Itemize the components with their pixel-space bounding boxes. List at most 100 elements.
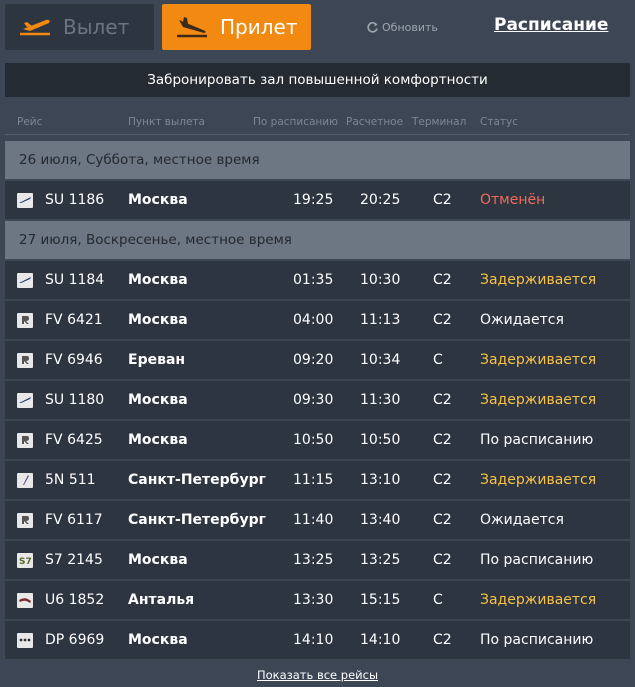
flight-status: Задерживается <box>480 352 597 368</box>
airline-logo <box>17 381 33 419</box>
origin-city: Ереван <box>128 352 186 368</box>
origin-city: Москва <box>128 632 188 648</box>
flight-row[interactable]: FV 6425 Москва 10:50 10:50 C2 По расписанию <box>5 421 630 461</box>
uralairlines-logo-icon <box>17 592 33 608</box>
estimated-time: 20:25 <box>360 192 401 208</box>
flight-number: FV 6425 <box>45 432 103 448</box>
aeroflot-logo-icon <box>17 192 33 208</box>
origin-city: Москва <box>128 392 188 408</box>
terminal: C2 <box>433 512 452 528</box>
flight-row[interactable]: S7 S7 2145 Москва 13:25 13:25 C2 По расписанию <box>5 541 630 581</box>
scheduled-time: 11:15 <box>293 472 334 488</box>
origin-city: Москва <box>128 312 188 328</box>
airline-logo: S7 <box>17 541 33 579</box>
book-lounge-banner[interactable]: Забронировать зал повышенной комфортност… <box>5 63 630 97</box>
smartavia-logo-icon <box>17 472 33 488</box>
flight-number: SU 1184 <box>45 272 105 288</box>
scheduled-time: 09:20 <box>293 352 334 368</box>
flight-number: 5N 511 <box>45 472 96 488</box>
date-header-day1: 26 июля, Суббота, местное время <box>5 141 630 181</box>
origin-city: Москва <box>128 432 188 448</box>
refresh-label: Обновить <box>382 21 438 34</box>
origin-city: Санкт-Петербург <box>128 512 266 528</box>
terminal: C2 <box>433 632 452 648</box>
flight-row[interactable]: FV 6117 Санкт-Петербург 11:40 13:40 C2 Ожидае… <box>5 501 630 541</box>
estimated-time: 11:13 <box>360 312 401 328</box>
flight-row[interactable]: U6 1852 Анталья 13:30 15:15 C Задерживается <box>5 581 630 621</box>
scheduled-time: 13:30 <box>293 592 334 608</box>
tab-departure[interactable]: Вылет <box>5 4 154 50</box>
airline-logo <box>17 341 33 379</box>
col-origin: Пункт вылета <box>128 116 205 128</box>
flight-number: SU 1186 <box>45 192 105 208</box>
terminal: C2 <box>433 432 452 448</box>
origin-city: Санкт-Петербург <box>128 472 266 488</box>
flight-number: SU 1180 <box>45 392 105 408</box>
estimated-time: 11:30 <box>360 392 401 408</box>
origin-city: Москва <box>128 272 188 288</box>
col-terminal: Терминал <box>412 116 467 128</box>
flight-status: Отменён <box>480 192 546 208</box>
refresh-icon <box>367 22 378 33</box>
scheduled-time: 14:10 <box>293 632 334 648</box>
schedule-link[interactable]: Расписание <box>494 15 608 35</box>
scheduled-time: 04:00 <box>293 312 334 328</box>
flight-number: U6 1852 <box>45 592 105 608</box>
origin-city: Анталья <box>128 592 195 608</box>
flight-row[interactable]: SU 1184 Москва 01:35 10:30 C2 Задерживается <box>5 261 630 301</box>
flight-status: Задерживается <box>480 392 597 408</box>
terminal: C <box>433 592 443 608</box>
estimated-time: 10:50 <box>360 432 401 448</box>
scheduled-time: 01:35 <box>293 272 334 288</box>
terminal: C2 <box>433 552 452 568</box>
svg-text:S7: S7 <box>19 557 32 566</box>
flight-status: По расписанию <box>480 632 594 648</box>
s7-logo-icon: S7 <box>17 552 33 568</box>
rossiya-logo-icon <box>17 512 33 528</box>
flight-number: FV 6117 <box>45 512 103 528</box>
flight-row[interactable]: FV 6421 Москва 04:00 11:13 C2 Ожидается <box>5 301 630 341</box>
takeoff-icon <box>15 12 55 42</box>
estimated-time: 10:34 <box>360 352 401 368</box>
rossiya-logo-icon <box>17 432 33 448</box>
date-header-day2: 27 июля, Воскресенье, местное время <box>5 221 630 261</box>
flight-row[interactable]: SU 1180 Москва 09:30 11:30 C2 Задерживается <box>5 381 630 421</box>
show-all-flights-link[interactable]: Показать все рейсы <box>0 668 635 682</box>
scheduled-time: 13:25 <box>293 552 334 568</box>
flight-status: Задерживается <box>480 472 597 488</box>
col-status: Статус <box>480 116 518 128</box>
flight-status: Задерживается <box>480 592 597 608</box>
tab-arrival[interactable]: Прилет <box>162 4 311 50</box>
flight-status: Задерживается <box>480 272 597 288</box>
terminal: C <box>433 352 443 368</box>
flight-number: FV 6421 <box>45 312 103 328</box>
airline-logo <box>17 461 33 499</box>
flight-number: DP 6969 <box>45 632 105 648</box>
terminal: C2 <box>433 472 452 488</box>
estimated-time: 14:10 <box>360 632 401 648</box>
col-estimated: Расчетное <box>346 116 404 128</box>
origin-city: Москва <box>128 552 188 568</box>
scheduled-time: 19:25 <box>293 192 334 208</box>
scheduled-time: 09:30 <box>293 392 334 408</box>
airline-logo <box>17 421 33 459</box>
landing-icon <box>172 12 212 42</box>
aeroflot-logo-icon <box>17 272 33 288</box>
flight-row[interactable]: SU 1186 Москва 19:25 20:25 C2 Отменён <box>5 181 630 221</box>
flight-number: S7 2145 <box>45 552 103 568</box>
flight-row[interactable]: 5N 511 Санкт-Петербург 11:15 13:10 C2 Задержи… <box>5 461 630 501</box>
rossiya-logo-icon <box>17 352 33 368</box>
estimated-time: 10:30 <box>360 272 401 288</box>
terminal: C2 <box>433 312 452 328</box>
flight-number: FV 6946 <box>45 352 103 368</box>
refresh-button[interactable]: Обновить <box>366 21 438 34</box>
scheduled-time: 10:50 <box>293 432 334 448</box>
airline-logo <box>17 581 33 619</box>
scheduled-time: 11:40 <box>293 512 334 528</box>
estimated-time: 13:25 <box>360 552 401 568</box>
airline-logo <box>17 621 33 659</box>
flight-status: По расписанию <box>480 552 594 568</box>
flight-row[interactable]: DP 6969 Москва 14:10 14:10 C2 По расписанию <box>5 621 630 661</box>
airline-logo <box>17 261 33 299</box>
flight-row[interactable]: FV 6946 Ереван 09:20 10:34 C Задерживается <box>5 341 630 381</box>
